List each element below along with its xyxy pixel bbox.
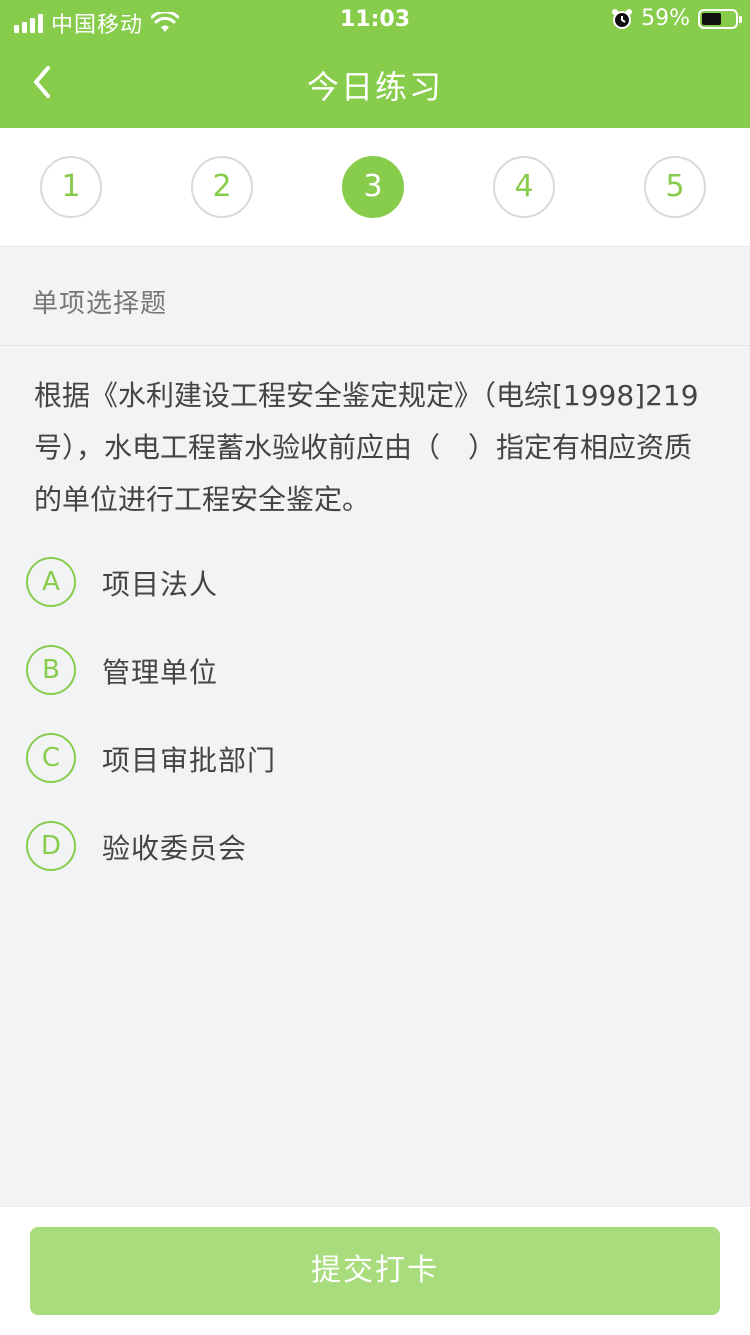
question-type-bar: 单项选择题 (0, 247, 750, 346)
question-stepper: 1 2 3 4 5 (0, 128, 750, 247)
option-label: 管理单位 (102, 656, 219, 689)
step-5[interactable]: 5 (644, 156, 706, 218)
step-3[interactable]: 3 (342, 156, 404, 218)
question-type: 单项选择题 (32, 289, 168, 319)
status-right: 59% (611, 6, 742, 31)
option-label: 项目审批部门 (102, 744, 277, 777)
battery-percent: 59% (641, 6, 690, 31)
submit-button[interactable]: 提交打卡 (30, 1227, 720, 1315)
app-header: 中国移动 11:03 59% 今日练习 (0, 0, 750, 128)
option-letter: A (26, 557, 76, 607)
option-label: 验收委员会 (102, 832, 248, 865)
option-a[interactable]: A 项目法人 (26, 557, 626, 607)
option-letter: B (26, 645, 76, 695)
option-d[interactable]: D 验收委员会 (26, 821, 626, 871)
option-letter: D (26, 821, 76, 871)
option-letter: C (26, 733, 76, 783)
battery-fill (702, 12, 721, 25)
status-bar: 中国移动 11:03 59% (0, 0, 750, 42)
step-1[interactable]: 1 (40, 156, 102, 218)
page-title: 今日练习 (306, 68, 443, 106)
question-text: 根据《水利建设工程安全鉴定规定》（电综[1998]219号），水电工程蓄水验收前… (34, 379, 699, 516)
option-label: 项目法人 (102, 568, 219, 601)
option-b[interactable]: B 管理单位 (26, 645, 626, 695)
alarm-icon (612, 8, 633, 29)
footer-bar: 提交打卡 (0, 1206, 750, 1335)
nav-bar: 今日练习 (0, 42, 750, 128)
battery-icon (698, 8, 742, 29)
option-c[interactable]: C 项目审批部门 (26, 733, 626, 783)
battery-cap (739, 15, 742, 23)
step-4[interactable]: 4 (493, 156, 555, 218)
step-2[interactable]: 2 (191, 156, 253, 218)
